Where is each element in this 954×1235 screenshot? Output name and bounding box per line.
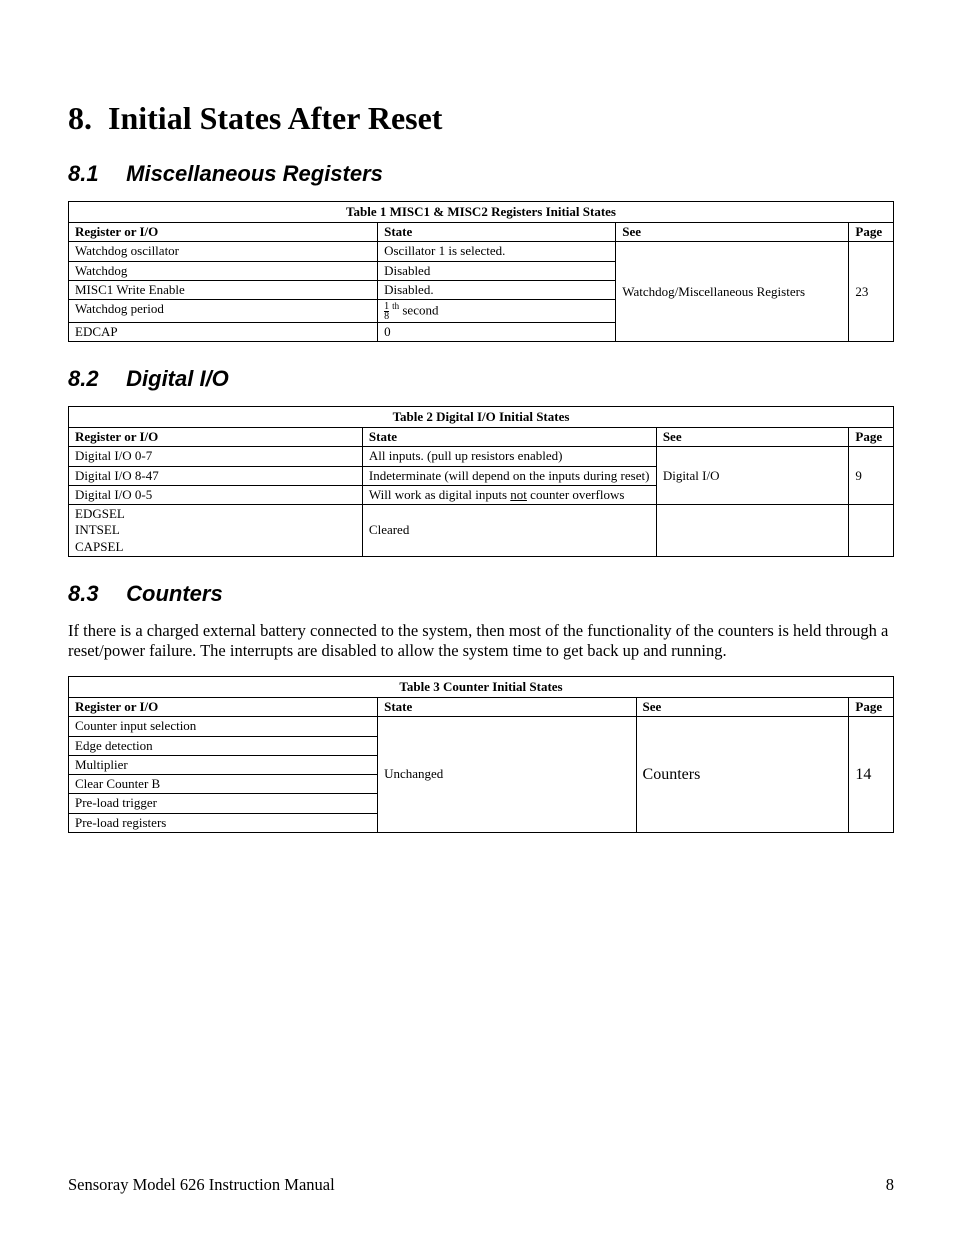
section-title: Digital I/O: [126, 366, 229, 391]
cell-see-empty: [656, 505, 849, 557]
table-row: Watchdog oscillator Oscillator 1 is sele…: [69, 242, 894, 261]
cell-state: Disabled.: [378, 280, 616, 299]
cell-register: Clear Counter B: [69, 775, 378, 794]
cell-register: EDCAP: [69, 322, 378, 341]
cell-line: EDGSEL: [75, 506, 125, 521]
cell-register: MISC1 Write Enable: [69, 280, 378, 299]
page-footer: Sensoray Model 626 Instruction Manual 8: [68, 1175, 894, 1195]
cell-register: Pre-load registers: [69, 813, 378, 832]
col-register: Register or I/O: [69, 223, 378, 242]
section-number: 8.3: [68, 581, 120, 607]
cell-state: Oscillator 1 is selected.: [378, 242, 616, 261]
cell-line: CAPSEL: [75, 539, 123, 554]
footer-page-number: 8: [886, 1175, 894, 1195]
cell-page-empty: [849, 505, 894, 557]
chapter-title: Initial States After Reset: [108, 100, 442, 136]
cell-register: Watchdog oscillator: [69, 242, 378, 261]
table-misc-registers: Table 1 MISC1 & MISC2 Registers Initial …: [68, 201, 894, 342]
col-state: State: [378, 698, 636, 717]
col-page: Page: [849, 698, 894, 717]
cell-register: Multiplier: [69, 755, 378, 774]
cell-text-underline: not: [510, 487, 527, 502]
table-row: Digital I/O 0-7 All inputs. (pull up res…: [69, 447, 894, 466]
chapter-heading: 8. Initial States After Reset: [68, 100, 894, 137]
cell-page: 14: [849, 717, 894, 833]
fraction-denominator: 8: [384, 311, 389, 321]
cell-state: 1 8 th second: [378, 300, 616, 323]
cell-state: Unchanged: [378, 717, 636, 833]
cell-state: All inputs. (pull up resistors enabled): [362, 447, 656, 466]
cell-see: Counters: [636, 717, 849, 833]
cell-state: 0: [378, 322, 616, 341]
cell-state: Cleared: [362, 505, 656, 557]
cell-state: Will work as digital inputs not counter …: [362, 485, 656, 504]
section-8-1-heading: 8.1 Miscellaneous Registers: [68, 161, 894, 187]
cell-register: Digital I/O 0-7: [69, 447, 363, 466]
section-title: Miscellaneous Registers: [126, 161, 383, 186]
table-counters: Table 3 Counter Initial States Register …: [68, 676, 894, 833]
col-see: See: [656, 428, 849, 447]
cell-see: Digital I/O: [656, 447, 849, 505]
cell-register: Watchdog: [69, 261, 378, 280]
col-register: Register or I/O: [69, 698, 378, 717]
cell-register: EDGSEL INTSEL CAPSEL: [69, 505, 363, 557]
counters-paragraph: If there is a charged external battery c…: [68, 621, 894, 662]
cell-see: Watchdog/Miscellaneous Registers: [616, 242, 849, 342]
cell-page: 9: [849, 447, 894, 505]
table-caption: Table 1 MISC1 & MISC2 Registers Initial …: [68, 201, 894, 222]
section-8-3-heading: 8.3 Counters: [68, 581, 894, 607]
cell-register: Watchdog period: [69, 300, 378, 323]
section-8-2-heading: 8.2 Digital I/O: [68, 366, 894, 392]
cell-text: counter overflows: [527, 487, 624, 502]
cell-state: Indeterminate (will depend on the inputs…: [362, 466, 656, 485]
table-caption: Table 2 Digital I/O Initial States: [68, 406, 894, 427]
cell-register: Digital I/O 0-5: [69, 485, 363, 504]
section-title: Counters: [126, 581, 223, 606]
cell-register: Edge detection: [69, 736, 378, 755]
cell-page: 23: [849, 242, 894, 342]
chapter-number: 8.: [68, 100, 92, 136]
table-caption: Table 3 Counter Initial States: [68, 676, 894, 697]
table-header-row: Register or I/O State See Page: [69, 223, 894, 242]
col-see: See: [616, 223, 849, 242]
table-digital-io: Table 2 Digital I/O Initial States Regis…: [68, 406, 894, 557]
col-page: Page: [849, 428, 894, 447]
fraction: 1 8: [384, 302, 389, 321]
cell-text: Will work as digital inputs: [369, 487, 510, 502]
footer-left: Sensoray Model 626 Instruction Manual: [68, 1175, 335, 1195]
col-state: State: [362, 428, 656, 447]
cell-register: Counter input selection: [69, 717, 378, 736]
col-state: State: [378, 223, 616, 242]
col-page: Page: [849, 223, 894, 242]
cell-register: Digital I/O 8-47: [69, 466, 363, 485]
col-see: See: [636, 698, 849, 717]
cell-state: Disabled: [378, 261, 616, 280]
cell-line: INTSEL: [75, 522, 120, 537]
section-number: 8.2: [68, 366, 120, 392]
table-row: EDGSEL INTSEL CAPSEL Cleared: [69, 505, 894, 557]
section-number: 8.1: [68, 161, 120, 187]
col-register: Register or I/O: [69, 428, 363, 447]
table-row: Counter input selection Unchanged Counte…: [69, 717, 894, 736]
cell-text: second: [399, 302, 438, 317]
cell-register: Pre-load trigger: [69, 794, 378, 813]
table-header-row: Register or I/O State See Page: [69, 698, 894, 717]
fraction-numerator: 1: [384, 302, 389, 311]
table-header-row: Register or I/O State See Page: [69, 428, 894, 447]
